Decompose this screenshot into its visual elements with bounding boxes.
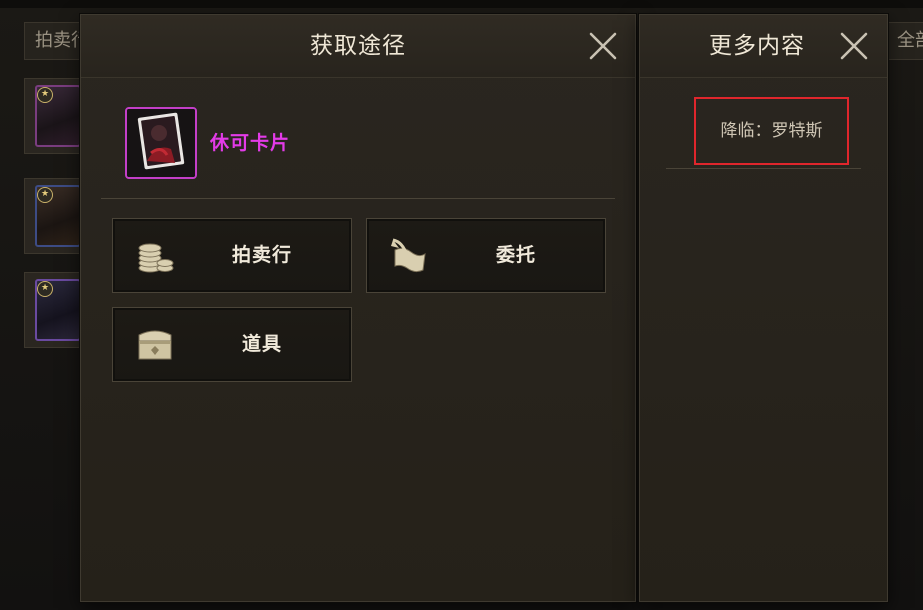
more-panel-title: 更多内容 bbox=[709, 33, 805, 59]
more-content-panel: 更多内容 降临：罗特斯 bbox=[639, 14, 888, 602]
panel-divider bbox=[101, 198, 615, 199]
source-button-item[interactable]: 道具 bbox=[112, 307, 352, 382]
acquire-source-panel: 获取途径 休可卡片 拍卖行 委托 道具 bbox=[80, 14, 636, 602]
source-button-item-label: 道具 bbox=[241, 333, 282, 355]
background-top-bar bbox=[0, 0, 923, 8]
card-portrait-icon bbox=[127, 109, 195, 177]
source-button-commission-label: 委托 bbox=[495, 244, 536, 266]
item-card-icon[interactable] bbox=[125, 107, 197, 179]
close-icon bbox=[589, 32, 617, 60]
acquire-panel-title: 获取途径 bbox=[310, 33, 406, 59]
acquire-panel-close-button[interactable] bbox=[587, 30, 619, 62]
treasure-chest-icon bbox=[138, 330, 172, 360]
source-button-commission[interactable]: 委托 bbox=[366, 218, 606, 293]
star-icon: ★ bbox=[37, 87, 53, 103]
close-icon bbox=[840, 32, 868, 60]
background-tab-all-label: 全部 bbox=[897, 30, 923, 51]
background-tab-all[interactable]: 全部 bbox=[888, 22, 923, 60]
scroll-quill-icon bbox=[391, 238, 426, 273]
acquire-panel-header: 获取途径 bbox=[81, 15, 635, 78]
more-content-item-label: 降临：罗特斯 bbox=[720, 121, 823, 141]
more-content-item-descent-rotes[interactable]: 降临：罗特斯 bbox=[694, 97, 849, 165]
source-button-auction-label: 拍卖行 bbox=[231, 244, 292, 266]
more-panel-close-button[interactable] bbox=[838, 30, 870, 62]
star-icon: ★ bbox=[37, 281, 53, 297]
coin-stack-icon bbox=[138, 243, 174, 273]
more-panel-divider bbox=[666, 168, 861, 169]
star-icon: ★ bbox=[37, 187, 53, 203]
more-panel-header: 更多内容 bbox=[640, 15, 887, 78]
source-button-auction[interactable]: 拍卖行 bbox=[112, 218, 352, 293]
item-name: 休可卡片 bbox=[210, 132, 291, 154]
